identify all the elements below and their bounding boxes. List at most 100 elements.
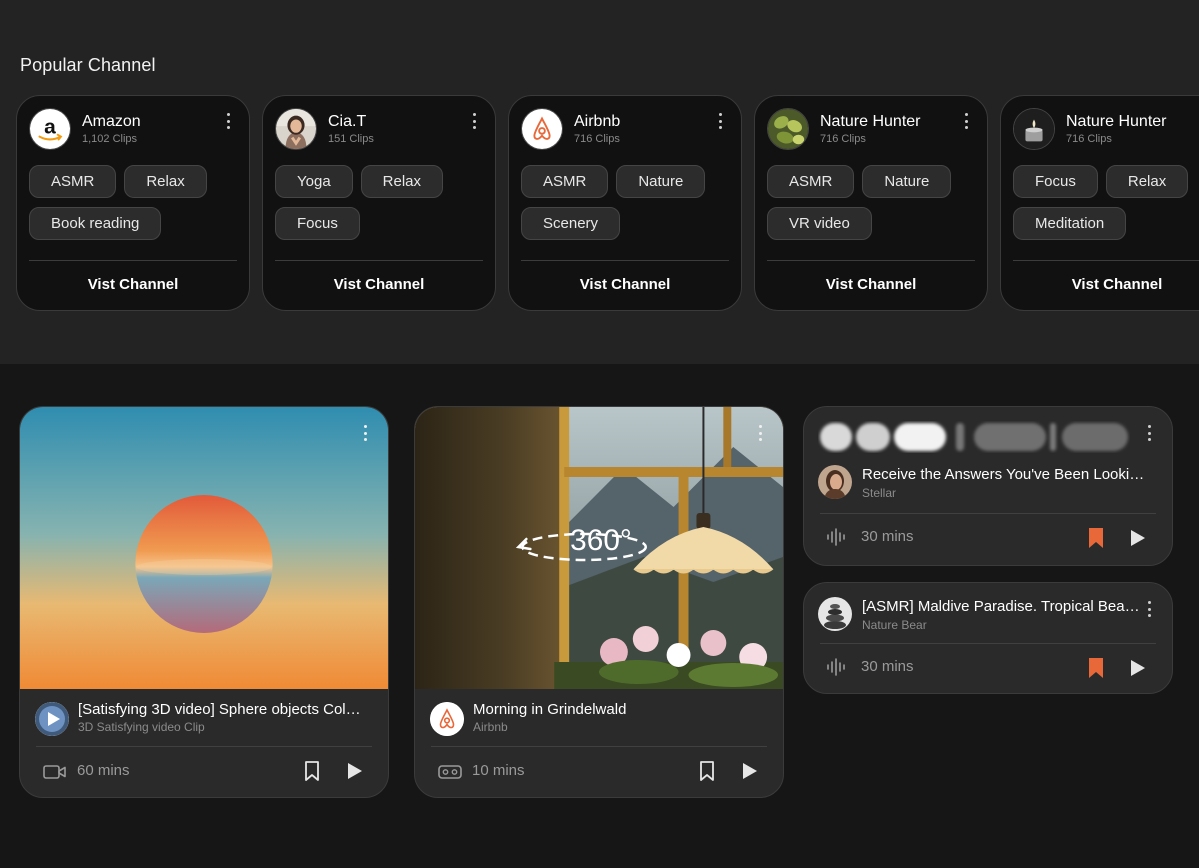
tag-chip[interactable]: Relax	[1105, 165, 1189, 198]
channel-name: Airbnb	[574, 113, 621, 130]
audio-subtitle: Stellar	[862, 486, 897, 500]
person-avatar-icon	[818, 465, 852, 499]
play-icon[interactable]	[738, 760, 760, 782]
airbnb-logo-icon	[521, 108, 563, 150]
more-options-icon[interactable]	[718, 113, 722, 129]
channel-name: Nature Hunter	[820, 113, 921, 130]
bookmark-filled-icon[interactable]	[1086, 657, 1106, 679]
channel-card[interactable]: Cia.T 151 Clips Yoga Relax Focus Vist Ch…	[262, 95, 496, 311]
channel-tags: ASMR Nature VR video	[767, 165, 982, 240]
blurred-tags	[818, 421, 1130, 453]
amazon-logo-icon: a	[29, 108, 71, 150]
divider	[275, 260, 483, 261]
bookmark-icon[interactable]	[697, 760, 717, 782]
stacked-stones-avatar-icon	[818, 597, 852, 631]
section-title: Popular Channel	[20, 55, 156, 75]
tag-chip[interactable]: Nature	[862, 165, 952, 198]
audio-wave-icon	[826, 657, 848, 677]
popular-channel-section: Popular Channel a Amazon 1,102 Clips ASM…	[0, 0, 1199, 364]
play-icon[interactable]	[343, 760, 365, 782]
audio-card[interactable]: [ASMR] Maldive Paradise. Tropical Beach …	[803, 582, 1173, 694]
divider	[1013, 260, 1199, 261]
divider	[29, 260, 237, 261]
channel-card[interactable]: a Amazon 1,102 Clips ASMR Relax Book rea…	[16, 95, 250, 311]
tag-chip[interactable]: Nature	[616, 165, 706, 198]
person-avatar-icon	[275, 108, 317, 150]
video-card[interactable]: 360° Morning in Grindelwald Airbnb 10 mi…	[414, 406, 784, 798]
channel-name: Nature Hunter	[1066, 113, 1167, 130]
tag-chip[interactable]: Focus	[1013, 165, 1098, 198]
duration-label: 30 mins	[861, 658, 914, 675]
channel-clip-count: 716 Clips	[820, 133, 866, 145]
tag-chip[interactable]: Book reading	[29, 207, 162, 240]
more-options-icon[interactable]	[363, 425, 367, 441]
tag-chip[interactable]: ASMR	[521, 165, 609, 198]
duration-label: 30 mins	[861, 528, 914, 545]
duration-label: 60 mins	[77, 762, 130, 779]
divider	[820, 513, 1156, 514]
more-options-icon[interactable]	[964, 113, 968, 129]
channel-tags: Yoga Relax Focus	[275, 165, 490, 240]
channel-name: Amazon	[82, 113, 141, 130]
audio-title[interactable]: Receive the Answers You've Been Looking …	[862, 466, 1147, 483]
svg-text:a: a	[44, 116, 56, 139]
audio-subtitle: Nature Bear	[862, 618, 927, 632]
page-root: Popular Channel a Amazon 1,102 Clips ASM…	[0, 0, 1199, 868]
airbnb-logo-icon	[430, 702, 464, 736]
tag-chip[interactable]: Scenery	[521, 207, 621, 240]
visit-channel-button[interactable]: Vist Channel	[263, 276, 495, 293]
visit-channel-button[interactable]: Vist Channel	[1001, 276, 1199, 293]
channel-card[interactable]: Airbnb 716 Clips ASMR Nature Scenery Vis…	[508, 95, 742, 311]
divider	[431, 746, 767, 747]
channel-clip-count: 151 Clips	[328, 133, 374, 145]
video-thumbnail[interactable]: 360°	[415, 407, 783, 689]
more-options-icon[interactable]	[472, 113, 476, 129]
channel-clip-count: 716 Clips	[574, 133, 620, 145]
more-options-icon[interactable]	[758, 425, 762, 441]
channel-tags: Focus Relax Meditation	[1013, 165, 1199, 240]
video-camera-icon	[42, 762, 68, 782]
bookmark-icon[interactable]	[302, 760, 322, 782]
more-options-icon[interactable]	[1147, 425, 1151, 441]
visit-channel-button[interactable]: Vist Channel	[755, 276, 987, 293]
audio-title[interactable]: [ASMR] Maldive Paradise. Tropical Beach …	[862, 598, 1147, 615]
visit-channel-button[interactable]: Vist Channel	[509, 276, 741, 293]
divider	[820, 643, 1156, 644]
video-thumbnail[interactable]	[20, 407, 388, 689]
tag-chip[interactable]: ASMR	[29, 165, 117, 198]
channel-clip-count: 716 Clips	[1066, 133, 1112, 145]
video-title[interactable]: Morning in Grindelwald	[473, 701, 763, 718]
play-channel-avatar-icon	[35, 702, 69, 736]
tag-chip[interactable]: Relax	[124, 165, 207, 198]
channel-card[interactable]: Nature Hunter 716 Clips ASMR Nature VR v…	[754, 95, 988, 311]
play-icon[interactable]	[1126, 657, 1148, 679]
vr-headset-icon	[437, 762, 463, 782]
channel-name: Cia.T	[328, 113, 367, 130]
video-card[interactable]: [Satisfying 3D video] Sphere objects Col…	[19, 406, 389, 798]
leaves-avatar-icon	[767, 108, 809, 150]
tag-chip[interactable]: VR video	[767, 207, 872, 240]
tag-chip[interactable]: ASMR	[767, 165, 855, 198]
tag-chip[interactable]: Focus	[275, 207, 360, 240]
channel-clip-count: 1,102 Clips	[82, 133, 138, 145]
tag-chip[interactable]: Yoga	[275, 165, 353, 198]
duration-label: 10 mins	[472, 762, 525, 779]
channel-tags: ASMR Relax Book reading	[29, 165, 244, 240]
tag-chip[interactable]: Meditation	[1013, 207, 1127, 240]
visit-channel-button[interactable]: Vist Channel	[17, 276, 249, 293]
video-title[interactable]: [Satisfying 3D video] Sphere objects Col…	[78, 701, 368, 718]
bookmark-filled-icon[interactable]	[1086, 527, 1106, 549]
divider	[767, 260, 975, 261]
video-subtitle: 3D Satisfying video Clip	[78, 720, 205, 734]
degree-360-overlay: 360°	[570, 524, 632, 557]
more-options-icon[interactable]	[226, 113, 230, 129]
audio-card[interactable]: Receive the Answers You've Been Looking …	[803, 406, 1173, 566]
channel-card[interactable]: Nature Hunter 716 Clips Focus Relax Medi…	[1000, 95, 1199, 311]
audio-wave-icon	[826, 527, 848, 547]
play-icon[interactable]	[1126, 527, 1148, 549]
video-subtitle: Airbnb	[473, 720, 508, 734]
channel-tags: ASMR Nature Scenery	[521, 165, 736, 240]
divider	[521, 260, 729, 261]
tag-chip[interactable]: Relax	[360, 165, 444, 198]
more-options-icon[interactable]	[1147, 601, 1151, 617]
